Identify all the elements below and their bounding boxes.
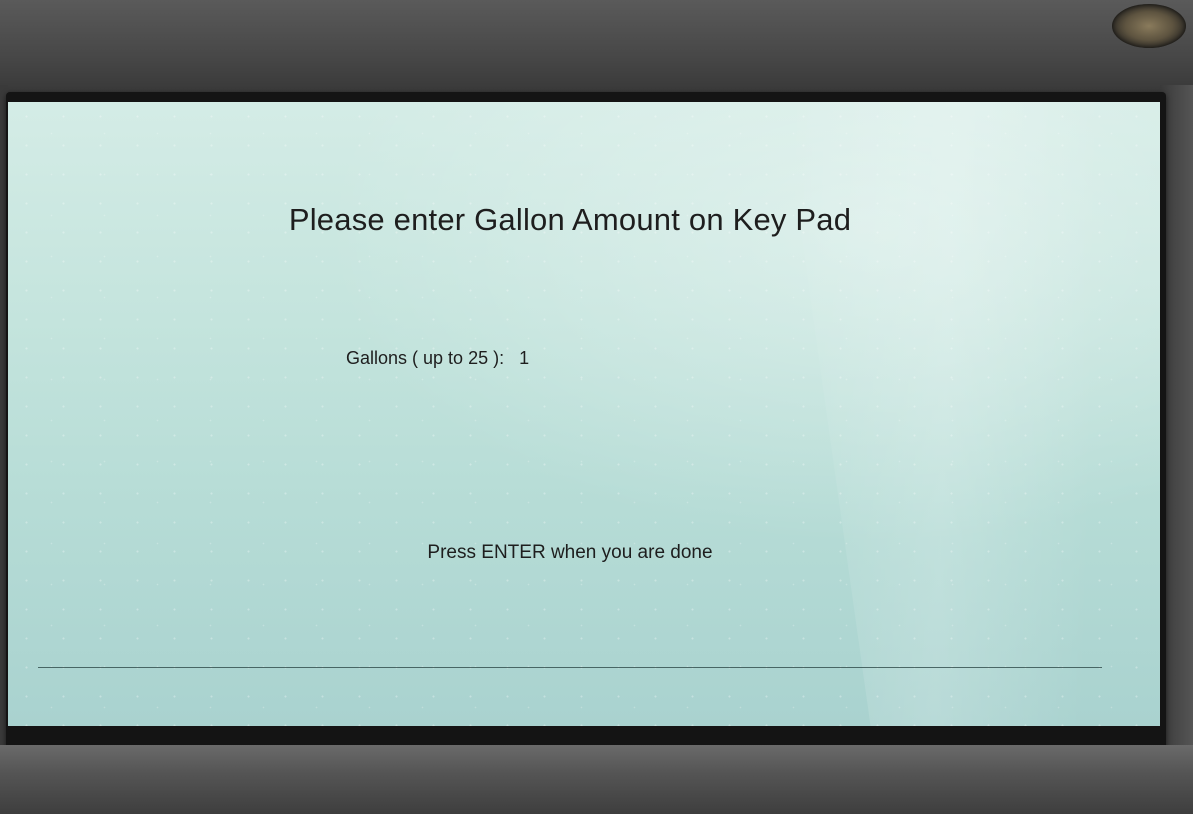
- divider: [38, 667, 1102, 668]
- screen-dust: [8, 102, 1160, 726]
- housing-bottom: [0, 745, 1193, 814]
- gallons-entry-field[interactable]: Gallons ( up to 25 ): 1: [346, 348, 529, 369]
- gallons-value: 1: [519, 348, 530, 368]
- enter-instruction: Press ENTER when you are done: [427, 542, 713, 563]
- display-screen: Please enter Gallon Amount on Key Pad Ga…: [8, 102, 1160, 726]
- gallons-label: Gallons ( up to 25 ):: [346, 348, 505, 368]
- kiosk-device: Please enter Gallon Amount on Key Pad Ga…: [0, 0, 1193, 814]
- page-title: Please enter Gallon Amount on Key Pad: [288, 202, 852, 237]
- housing-top: [0, 0, 1193, 95]
- screw-icon: [1112, 4, 1186, 48]
